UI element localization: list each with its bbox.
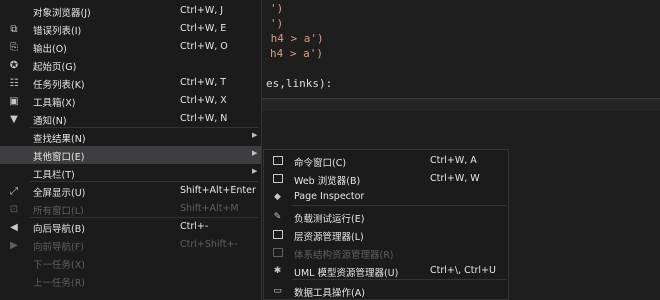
menu-item-label: 错误列表(I) <box>33 26 82 37</box>
menu-item[interactable]: ⎘ 输出(O) Ctrl+W, O <box>0 38 261 56</box>
command-window-icon <box>272 155 283 166</box>
submenu-item-label: Web 浏览器(B) <box>294 176 361 187</box>
menu-item[interactable]: ⤢ 全屏显示(U) Shift+Alt+Enter <box>0 182 261 200</box>
code-line: ') <box>270 17 284 30</box>
menu-item-label: 向前导航(F) <box>33 242 84 253</box>
submenu-item[interactable]: ◆ Page Inspector <box>264 187 508 206</box>
menu-item-shortcut: Ctrl+W, X <box>180 95 227 106</box>
submenu-item-label: 数据工具操作(A) <box>294 288 365 299</box>
submenu-arrow-icon: ▶ <box>252 131 258 139</box>
architecture-explorer-icon <box>272 247 283 258</box>
submenu-item-label: 层资源管理器(L) <box>294 232 364 243</box>
current-line-highlight <box>262 99 660 111</box>
menu-separator <box>30 127 258 128</box>
menu-item[interactable]: 对象浏览器(J) Ctrl+W, J <box>0 2 261 20</box>
submenu-item[interactable]: 命令窗口(C) Ctrl+W, A <box>264 151 508 170</box>
menu-item-shortcut: Ctrl+W, O <box>180 41 228 52</box>
output-icon: ⎘ <box>10 41 18 53</box>
submenu-item-label: 命令窗口(C) <box>294 158 347 169</box>
menu-item[interactable]: ▼ 通知(N) Ctrl+W, N <box>0 110 261 128</box>
submenu-item-shortcut: Ctrl+W, W <box>430 173 480 184</box>
menu-item: ▶ 向前导航(F) Ctrl+Shift+- <box>0 236 261 254</box>
menu-item-shortcut: Ctrl+W, N <box>180 113 228 124</box>
menu-separator <box>30 181 258 182</box>
submenu-item[interactable]: ✱ UML 模型资源管理器(U) Ctrl+\, Ctrl+U <box>264 261 508 280</box>
menu-item: 上一任务(R) <box>0 272 261 290</box>
menu-item-shortcut: Ctrl+W, E <box>180 23 227 34</box>
menu-item-label: 起始页(G) <box>33 62 77 73</box>
code-line: ') <box>270 2 284 15</box>
menu-item-label: 对象浏览器(J) <box>33 8 91 19</box>
menu-item[interactable]: ▣ 工具箱(X) Ctrl+W, X <box>0 92 261 110</box>
menu-item-label: 查找结果(N) <box>33 134 86 145</box>
menu-item-label: 工具箱(X) <box>33 98 76 109</box>
menu-item-label: 工具栏(T) <box>33 170 75 181</box>
layer-explorer-icon <box>272 229 283 240</box>
menu-item-shortcut: Ctrl+- <box>180 221 209 232</box>
menu-item-label: 上一任务(R) <box>33 278 86 289</box>
notification-icon: ▼ <box>10 113 18 125</box>
submenu-item-label: 负载测试运行(E) <box>294 214 365 225</box>
code-line: h4 > a') <box>270 47 323 60</box>
data-tools-icon: ▭ <box>273 285 282 296</box>
menu-item[interactable]: 工具栏(T) ▶ <box>0 164 261 182</box>
view-menu: 对象浏览器(J) Ctrl+W, J ⧉ 错误列表(I) Ctrl+W, E ⎘ 输出(O)… <box>0 0 262 300</box>
menu-item[interactable]: 查找结果(N) ▶ <box>0 128 261 146</box>
toolbox-icon: ▣ <box>9 95 19 107</box>
submenu-separator <box>292 279 506 280</box>
menu-item: ⊡ 所有窗口(L) Shift+Alt+M <box>0 200 261 218</box>
menu-item[interactable]: ◀ 向后导航(B) Ctrl+- <box>0 218 261 236</box>
menu-item-label: 任务列表(K) <box>33 80 85 91</box>
menu-item-label: 所有窗口(L) <box>33 206 84 217</box>
submenu-item[interactable]: ✎ 负载测试运行(E) <box>264 207 508 226</box>
navigate-forward-icon: ▶ <box>10 239 18 251</box>
submenu-arrow-icon: ▶ <box>252 149 258 157</box>
code-line: es,links): <box>266 77 333 90</box>
menu-item-label: 输出(O) <box>33 44 67 55</box>
menu-item[interactable]: 其他窗口(E) ▶ <box>0 146 261 164</box>
submenu-item[interactable]: 层资源管理器(L) <box>264 225 508 244</box>
menu-item-shortcut: Ctrl+W, J <box>180 5 224 16</box>
all-windows-icon: ⊡ <box>9 203 19 215</box>
navigate-backward-icon: ◀ <box>10 221 18 233</box>
menu-item-shortcut: Shift+Alt+Enter <box>180 185 256 196</box>
start-page-icon: ✪ <box>9 59 19 71</box>
submenu-item[interactable]: Web 浏览器(B) Ctrl+W, W <box>264 169 508 188</box>
menu-item: 下一任务(X) <box>0 254 261 272</box>
menu-item[interactable]: ✪ 起始页(G) <box>0 56 261 74</box>
submenu-item: 体系结构资源管理器(R) <box>264 243 508 262</box>
menu-item-label: 通知(N) <box>33 116 67 127</box>
uml-model-explorer-icon: ✱ <box>273 265 282 276</box>
submenu-item-label: 体系结构资源管理器(R) <box>294 250 394 261</box>
submenu-item-label: UML 模型资源管理器(U) <box>294 268 399 279</box>
code-line: h4 > a') <box>264 32 324 45</box>
error-list-icon: ⧉ <box>10 23 18 35</box>
other-windows-submenu: 命令窗口(C) Ctrl+W, A Web 浏览器(B) Ctrl+W, W ◆ Page… <box>263 149 509 300</box>
submenu-item-shortcut: Ctrl+\, Ctrl+U <box>430 265 496 276</box>
menu-separator <box>30 217 258 218</box>
submenu-arrow-icon: ▶ <box>252 167 258 175</box>
menu-item-label: 其他窗口(E) <box>33 152 85 163</box>
submenu-item-label: Page Inspector <box>294 191 365 202</box>
web-browser-icon <box>272 173 283 184</box>
full-screen-icon: ⤢ <box>10 185 18 197</box>
menu-item-label: 向后导航(B) <box>33 224 85 235</box>
object-browser-icon <box>8 5 20 17</box>
page-inspector-icon: ◆ <box>274 191 281 202</box>
submenu-item[interactable]: ▭ 数据工具操作(A) <box>264 281 508 300</box>
submenu-item-shortcut: Ctrl+W, A <box>430 155 477 166</box>
menu-item-shortcut: Ctrl+Shift+- <box>180 239 238 250</box>
menu-item-shortcut: Shift+Alt+M <box>180 203 239 214</box>
menu-item-label: 下一任务(X) <box>33 260 85 271</box>
load-test-icon: ✎ <box>273 211 282 222</box>
menu-item[interactable]: ☷ 任务列表(K) Ctrl+W, T <box>0 74 261 92</box>
menu-item-label: 全屏显示(U) <box>33 188 86 199</box>
menu-item-shortcut: Ctrl+W, T <box>180 77 227 88</box>
menu-item[interactable]: ⧉ 错误列表(I) Ctrl+W, E <box>0 20 261 38</box>
task-list-icon: ☷ <box>9 77 19 89</box>
submenu-separator <box>292 205 506 206</box>
